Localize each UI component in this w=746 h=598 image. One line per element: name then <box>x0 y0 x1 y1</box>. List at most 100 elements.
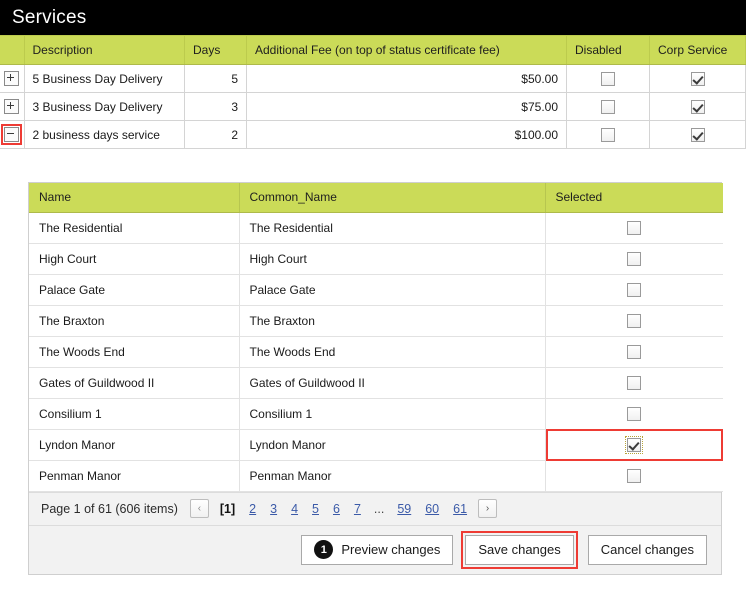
pager-link-2[interactable]: 2 <box>249 502 256 516</box>
list-item: Consilium 1 Consilium 1 <box>29 398 723 430</box>
cell-selected[interactable] <box>545 398 723 430</box>
selected-checkbox[interactable] <box>627 282 642 297</box>
cell-additional-fee: $50.00 <box>246 64 567 93</box>
services-grid-header-row: Description Days Additional Fee (on top … <box>0 35 746 65</box>
plus-icon[interactable] <box>4 71 20 86</box>
cancel-changes-button[interactable]: Cancel changes <box>587 534 707 565</box>
column-header-common-name[interactable]: Common_Name <box>239 183 546 213</box>
selected-checkbox[interactable] <box>627 468 642 483</box>
cell-description: 5 Business Day Delivery <box>23 64 185 93</box>
page-title: Services <box>12 6 87 28</box>
column-header-name[interactable]: Name <box>29 183 240 213</box>
column-header-additional-fee[interactable]: Additional Fee (on top of status certifi… <box>246 35 567 65</box>
cell-selected[interactable] <box>545 243 723 275</box>
cell-name: The Woods End <box>29 336 240 368</box>
cell-common-name: High Court <box>239 243 546 275</box>
table-row: 2 business days service 2 $100.00 <box>0 120 746 149</box>
save-changes-button[interactable]: Save changes <box>465 534 574 565</box>
cell-selected[interactable] <box>545 305 723 337</box>
pager-link-3[interactable]: 3 <box>270 502 277 516</box>
corp-service-checkbox[interactable] <box>690 71 705 86</box>
selected-checkbox[interactable] <box>627 251 642 266</box>
pager-status-text: Page 1 of 61 (606 items) <box>41 501 178 516</box>
cell-name: Lyndon Manor <box>29 429 240 461</box>
services-grid: Description Days Additional Fee (on top … <box>0 35 746 149</box>
cell-common-name: The Braxton <box>239 305 546 337</box>
cell-name: The Residential <box>29 212 240 244</box>
pager: Page 1 of 61 (606 items) ‹ [1] 2 3 4 5 6… <box>29 491 721 526</box>
cell-description: 2 business days service <box>23 120 185 149</box>
list-item: The Residential The Residential <box>29 212 723 244</box>
expander-cell[interactable] <box>0 92 25 121</box>
preview-changes-label: Preview changes <box>341 542 441 557</box>
selected-checkbox[interactable] <box>627 313 642 328</box>
list-item: Palace Gate Palace Gate <box>29 274 723 306</box>
cell-name: The Braxton <box>29 305 240 337</box>
pager-next-button[interactable]: › <box>478 499 498 518</box>
column-header-description[interactable]: Description <box>23 35 185 65</box>
cell-corp-service[interactable] <box>649 120 746 149</box>
cell-common-name: The Residential <box>239 212 546 244</box>
column-header-expander <box>0 35 25 65</box>
pager-link-59[interactable]: 59 <box>397 502 411 516</box>
cell-disabled[interactable] <box>566 120 650 149</box>
cell-selected[interactable] <box>545 336 723 368</box>
expander-wrap <box>2 97 21 116</box>
disabled-checkbox[interactable] <box>601 127 615 142</box>
pager-link-7[interactable]: 7 <box>354 502 361 516</box>
cell-corp-service[interactable] <box>649 64 746 93</box>
detail-grid: Name Common_Name Selected The Residentia… <box>29 183 723 492</box>
selected-checkbox[interactable] <box>625 435 644 454</box>
cell-days: 3 <box>184 92 247 121</box>
cell-common-name: Lyndon Manor <box>239 429 546 461</box>
preview-changes-button[interactable]: 1 Preview changes <box>301 534 454 565</box>
column-header-corp-service[interactable]: Corp Service <box>649 35 746 65</box>
list-item: High Court High Court <box>29 243 723 275</box>
corp-service-checkbox[interactable] <box>690 127 705 142</box>
pager-link-60[interactable]: 60 <box>425 502 439 516</box>
pager-link-4[interactable]: 4 <box>291 502 298 516</box>
selected-checkbox[interactable] <box>627 375 642 390</box>
expander-cell[interactable] <box>0 64 25 93</box>
pager-current-page: [1] <box>219 501 236 516</box>
table-row: 5 Business Day Delivery 5 $50.00 <box>0 64 746 93</box>
plus-icon[interactable] <box>4 99 20 114</box>
cell-selected[interactable] <box>545 212 723 244</box>
cell-disabled[interactable] <box>566 92 650 121</box>
cell-additional-fee: $100.00 <box>246 120 567 149</box>
corp-service-checkbox[interactable] <box>690 99 705 114</box>
expander-annotation-box <box>1 124 23 145</box>
cell-selected-highlighted[interactable] <box>545 428 723 461</box>
column-header-disabled[interactable]: Disabled <box>566 35 650 65</box>
disabled-checkbox[interactable] <box>601 71 615 86</box>
preview-count-badge: 1 <box>314 540 334 559</box>
pager-link-61[interactable]: 61 <box>453 502 467 516</box>
minus-icon[interactable] <box>4 127 20 142</box>
cell-common-name: Gates of Guildwood II <box>239 367 546 399</box>
command-bar: 1 Preview changes Save changes Cancel ch… <box>29 525 721 574</box>
table-row: 3 Business Day Delivery 3 $75.00 <box>0 92 746 121</box>
selected-checkbox[interactable] <box>627 220 642 235</box>
cell-selected[interactable] <box>545 274 723 306</box>
column-header-selected[interactable]: Selected <box>545 183 723 213</box>
pager-link-6[interactable]: 6 <box>333 502 340 516</box>
expander-cell[interactable] <box>0 120 25 149</box>
selected-checkbox[interactable] <box>627 406 642 421</box>
cell-common-name: Penman Manor <box>239 460 546 492</box>
save-button-annotation-box: Save changes <box>461 530 578 569</box>
selected-checkbox[interactable] <box>627 344 642 359</box>
pager-link-5[interactable]: 5 <box>312 502 319 516</box>
cell-description: 3 Business Day Delivery <box>23 92 185 121</box>
cell-disabled[interactable] <box>566 64 650 93</box>
cell-corp-service[interactable] <box>649 92 746 121</box>
cell-name: High Court <box>29 243 240 275</box>
cell-selected[interactable] <box>545 460 723 492</box>
cell-selected[interactable] <box>545 367 723 399</box>
list-item: Gates of Guildwood II Gates of Guildwood… <box>29 367 723 399</box>
pager-prev-button[interactable]: ‹ <box>189 499 209 518</box>
cell-name: Consilium 1 <box>29 398 240 430</box>
pager-ellipsis: ... <box>373 501 385 516</box>
disabled-checkbox[interactable] <box>601 99 615 114</box>
list-item: Lyndon Manor Lyndon Manor <box>29 428 723 461</box>
column-header-days[interactable]: Days <box>184 35 247 65</box>
